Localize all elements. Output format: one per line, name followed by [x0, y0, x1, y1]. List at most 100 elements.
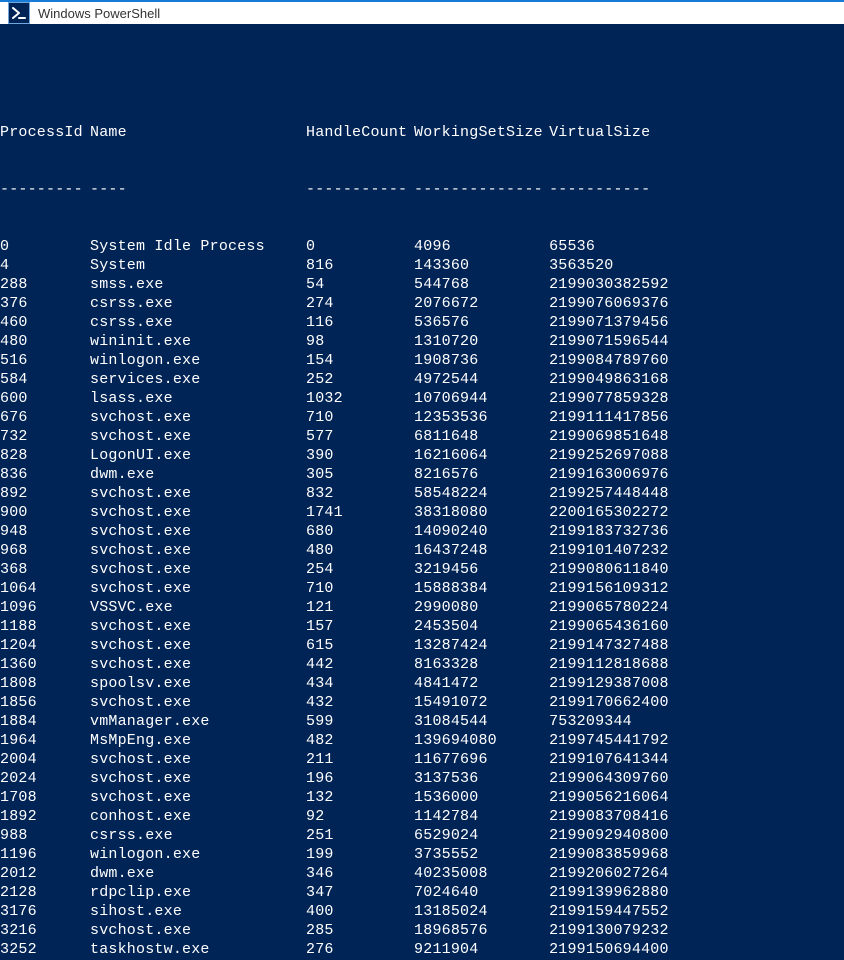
cell-handlecount: 251 — [306, 826, 414, 845]
table-row: 1708svchost.exe13215360002199056216064 — [0, 788, 844, 807]
cell-workingsetsize: 3137536 — [414, 769, 549, 788]
cell-workingsetsize: 14090240 — [414, 522, 549, 541]
cell-virtualsize: 2199076069376 — [549, 294, 702, 313]
cell-workingsetsize: 3735552 — [414, 845, 549, 864]
cell-name: svchost.exe — [90, 750, 306, 769]
table-row: 4System8161433603563520 — [0, 256, 844, 275]
cell-pid: 2128 — [0, 883, 90, 902]
cell-workingsetsize: 2990080 — [414, 598, 549, 617]
terminal-output[interactable]: ProcessId Name HandleCount WorkingSetSiz… — [0, 24, 844, 960]
table-row: 1204svchost.exe615132874242199147327488 — [0, 636, 844, 655]
cell-workingsetsize: 544768 — [414, 275, 549, 294]
cell-name: svchost.exe — [90, 484, 306, 503]
cell-workingsetsize: 1908736 — [414, 351, 549, 370]
cell-virtualsize: 2199183732736 — [549, 522, 702, 541]
cell-workingsetsize: 38318080 — [414, 503, 549, 522]
cell-pid: 1096 — [0, 598, 90, 617]
cell-name: csrss.exe — [90, 313, 306, 332]
cell-workingsetsize: 16437248 — [414, 541, 549, 560]
cell-name: svchost.exe — [90, 921, 306, 940]
cell-name: smss.exe — [90, 275, 306, 294]
cell-handlecount: 98 — [306, 332, 414, 351]
cell-name: svchost.exe — [90, 560, 306, 579]
cell-handlecount: 92 — [306, 807, 414, 826]
table-row: 1884vmManager.exe59931084544753209344 — [0, 712, 844, 731]
cell-pid: 480 — [0, 332, 90, 351]
cell-handlecount: 346 — [306, 864, 414, 883]
table-row: 2012dwm.exe346402350082199206027264 — [0, 864, 844, 883]
cell-pid: 1856 — [0, 693, 90, 712]
cell-name: System Idle Process — [90, 237, 306, 256]
cell-name: csrss.exe — [90, 826, 306, 845]
cell-handlecount: 121 — [306, 598, 414, 617]
cell-virtualsize: 2199049863168 — [549, 370, 702, 389]
cell-virtualsize: 2200165302272 — [549, 503, 702, 522]
table-row: 1808spoolsv.exe43448414722199129387008 — [0, 674, 844, 693]
cell-name: VSSVC.exe — [90, 598, 306, 617]
cell-handlecount: 615 — [306, 636, 414, 655]
cell-virtualsize: 2199092940800 — [549, 826, 702, 845]
cell-pid: 892 — [0, 484, 90, 503]
cell-pid: 2012 — [0, 864, 90, 883]
cell-virtualsize: 2199206027264 — [549, 864, 702, 883]
cell-name: dwm.exe — [90, 465, 306, 484]
cell-pid: 836 — [0, 465, 90, 484]
table-row: 460csrss.exe1165365762199071379456 — [0, 313, 844, 332]
table-row: 1096VSSVC.exe12129900802199065780224 — [0, 598, 844, 617]
cell-pid: 1808 — [0, 674, 90, 693]
cell-handlecount: 832 — [306, 484, 414, 503]
cell-name: svchost.exe — [90, 427, 306, 446]
cell-handlecount: 434 — [306, 674, 414, 693]
cell-workingsetsize: 536576 — [414, 313, 549, 332]
col-header-name: Name — [90, 123, 306, 142]
cell-name: System — [90, 256, 306, 275]
cell-virtualsize: 3563520 — [549, 256, 702, 275]
cell-workingsetsize: 58548224 — [414, 484, 549, 503]
cell-name: vmManager.exe — [90, 712, 306, 731]
cell-name: lsass.exe — [90, 389, 306, 408]
cell-virtualsize: 2199056216064 — [549, 788, 702, 807]
cell-virtualsize: 2199111417856 — [549, 408, 702, 427]
table-row: 1188svchost.exe15724535042199065436160 — [0, 617, 844, 636]
cell-virtualsize: 2199083859968 — [549, 845, 702, 864]
cell-handlecount: 816 — [306, 256, 414, 275]
cell-pid: 1884 — [0, 712, 90, 731]
cell-virtualsize: 2199112818688 — [549, 655, 702, 674]
cell-name: spoolsv.exe — [90, 674, 306, 693]
cell-name: svchost.exe — [90, 503, 306, 522]
cell-virtualsize: 2199065780224 — [549, 598, 702, 617]
cell-virtualsize: 2199101407232 — [549, 541, 702, 560]
table-row: 2004svchost.exe211116776962199107641344 — [0, 750, 844, 769]
cell-name: services.exe — [90, 370, 306, 389]
cell-pid: 988 — [0, 826, 90, 845]
cell-handlecount: 347 — [306, 883, 414, 902]
cell-workingsetsize: 6529024 — [414, 826, 549, 845]
cell-name: svchost.exe — [90, 769, 306, 788]
cell-virtualsize: 2199107641344 — [549, 750, 702, 769]
cell-name: svchost.exe — [90, 579, 306, 598]
cell-virtualsize: 2199077859328 — [549, 389, 702, 408]
cell-workingsetsize: 6811648 — [414, 427, 549, 446]
table-row: 288smss.exe545447682199030382592 — [0, 275, 844, 294]
cell-pid: 1196 — [0, 845, 90, 864]
cell-workingsetsize: 10706944 — [414, 389, 549, 408]
table-row: 3252taskhostw.exe27692119042199150694400 — [0, 940, 844, 959]
table-row: 600lsass.exe1032107069442199077859328 — [0, 389, 844, 408]
cell-pid: 1964 — [0, 731, 90, 750]
cell-pid: 1360 — [0, 655, 90, 674]
cell-workingsetsize: 4972544 — [414, 370, 549, 389]
cell-handlecount: 577 — [306, 427, 414, 446]
cell-name: sihost.exe — [90, 902, 306, 921]
cell-virtualsize: 2199064309760 — [549, 769, 702, 788]
table-row: 376csrss.exe27420766722199076069376 — [0, 294, 844, 313]
cell-handlecount: 54 — [306, 275, 414, 294]
cell-name: LogonUI.exe — [90, 446, 306, 465]
cell-workingsetsize: 1310720 — [414, 332, 549, 351]
cell-virtualsize: 2199084789760 — [549, 351, 702, 370]
cell-pid: 3176 — [0, 902, 90, 921]
table-row: 1360svchost.exe44281633282199112818688 — [0, 655, 844, 674]
table-row: 892svchost.exe832585482242199257448448 — [0, 484, 844, 503]
header-row: ProcessId Name HandleCount WorkingSetSiz… — [0, 123, 844, 142]
title-bar[interactable]: Windows PowerShell — [0, 0, 844, 24]
cell-pid: 676 — [0, 408, 90, 427]
